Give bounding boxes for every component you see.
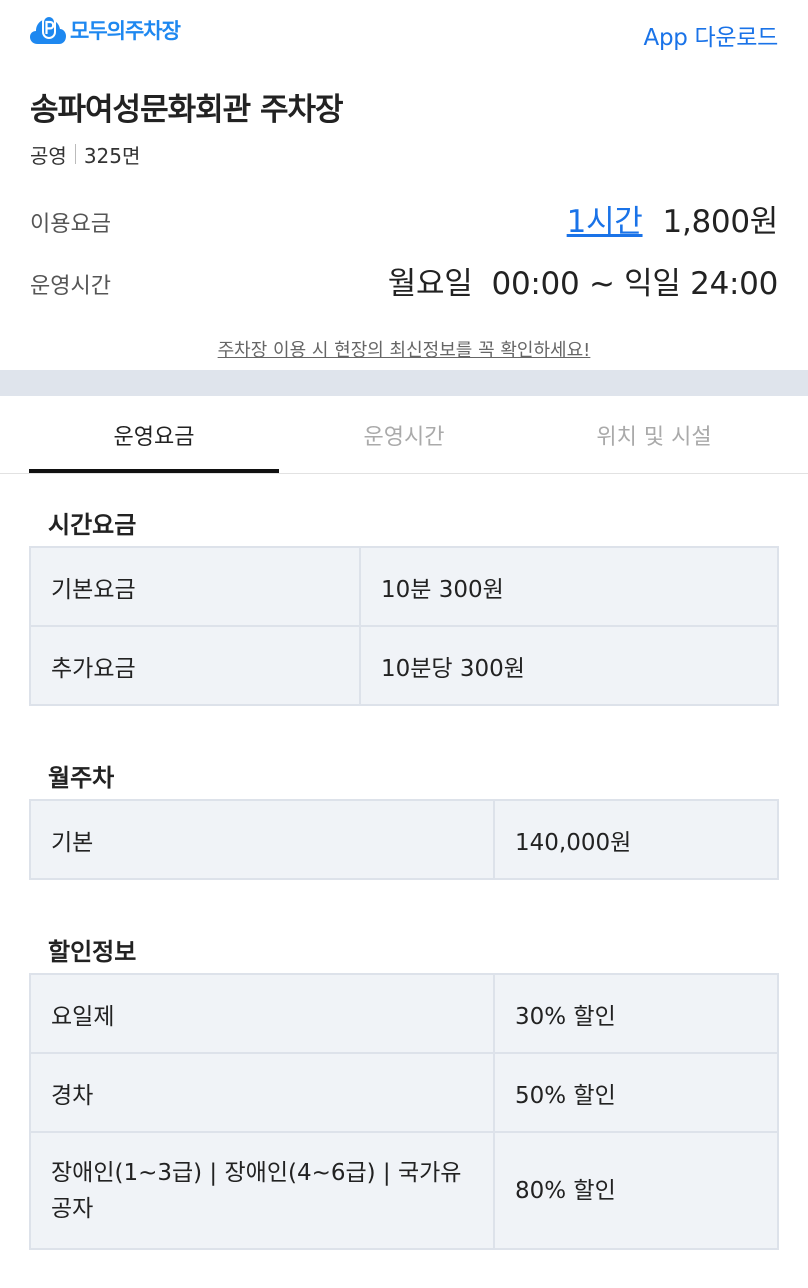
- table-row: 추가요금 10분당 300원: [29, 625, 779, 706]
- tab-bar: 운영요금 운영시간 위치 및 시설: [0, 396, 808, 474]
- fee-value: 1시간 1,800원: [567, 196, 779, 241]
- logo-text: 모두의주차장: [70, 19, 181, 43]
- fee-label: 이용요금: [30, 212, 111, 237]
- meta-divider: [74, 144, 76, 164]
- discount-title: 할인정보: [48, 938, 137, 966]
- hourly-fee-table: 기본요금 10분 300원 추가요금 10분당 300원: [29, 546, 779, 706]
- row-value: 30% 할인: [493, 973, 779, 1054]
- table-row: 기본 140,000원: [29, 799, 779, 880]
- hours-value: 월요일 00:00 ~ 익일 24:00: [387, 266, 779, 302]
- discount-table: 요일제 30% 할인 경차 50% 할인 장애인(1~3급) | 장애인(4~6…: [29, 973, 779, 1250]
- lot-type: 공영: [30, 143, 67, 168]
- table-row: 경차 50% 할인: [29, 1052, 779, 1133]
- logo[interactable]: 모두의주차장: [30, 14, 181, 46]
- row-name: 요일제: [29, 973, 495, 1054]
- row-value: 80% 할인: [493, 1131, 779, 1250]
- row-name: 경차: [29, 1052, 495, 1133]
- table-row: 요일제 30% 할인: [29, 973, 779, 1054]
- tab-location-facilities[interactable]: 위치 및 시설: [529, 396, 779, 474]
- row-name: 장애인(1~3급) | 장애인(4~6급) | 국가유공자: [29, 1131, 495, 1250]
- row-value: 140,000원: [493, 799, 779, 880]
- monthly-parking-title: 월주차: [48, 764, 115, 792]
- monthly-parking-table: 기본 140,000원: [29, 799, 779, 880]
- app-download-link[interactable]: App 다운로드: [644, 18, 779, 52]
- section-divider: [0, 370, 808, 396]
- lot-capacity: 325면: [83, 143, 141, 168]
- tab-hours[interactable]: 운영시간: [279, 396, 529, 474]
- fee-row: 이용요금 1시간 1,800원: [30, 196, 778, 240]
- active-tab-indicator: [29, 469, 279, 473]
- notice-link[interactable]: 주차장 이용 시 현장의 최신정보를 꼭 확인하세요!: [0, 336, 808, 362]
- row-value: 50% 할인: [493, 1052, 779, 1133]
- row-name: 기본: [29, 799, 495, 880]
- hours-row: 운영시간 월요일 00:00 ~ 익일 24:00: [30, 258, 778, 302]
- row-value: 10분 300원: [359, 546, 779, 627]
- hourly-fee-title: 시간요금: [48, 511, 137, 539]
- app-header: 모두의주차장 App 다운로드: [0, 0, 808, 68]
- row-value: 10분당 300원: [359, 625, 779, 706]
- tab-fees[interactable]: 운영요금: [29, 396, 279, 474]
- row-name: 추가요금: [29, 625, 361, 706]
- fee-amount: 1,800원: [662, 204, 779, 240]
- fee-time-link[interactable]: 1시간: [567, 204, 643, 240]
- hours-label: 운영시간: [30, 274, 111, 299]
- lot-meta: 공영 325면: [30, 141, 778, 168]
- table-row: 기본요금 10분 300원: [29, 546, 779, 627]
- page-title: 송파여성문화회관 주차장: [30, 92, 344, 128]
- table-row: 장애인(1~3급) | 장애인(4~6급) | 국가유공자 80% 할인: [29, 1131, 779, 1250]
- lot-summary: 송파여성문화회관 주차장 공영 325면 이용요금 1시간 1,800원 운영시간…: [30, 88, 778, 302]
- row-name: 기본요금: [29, 546, 361, 627]
- parking-cloud-icon: [30, 14, 66, 46]
